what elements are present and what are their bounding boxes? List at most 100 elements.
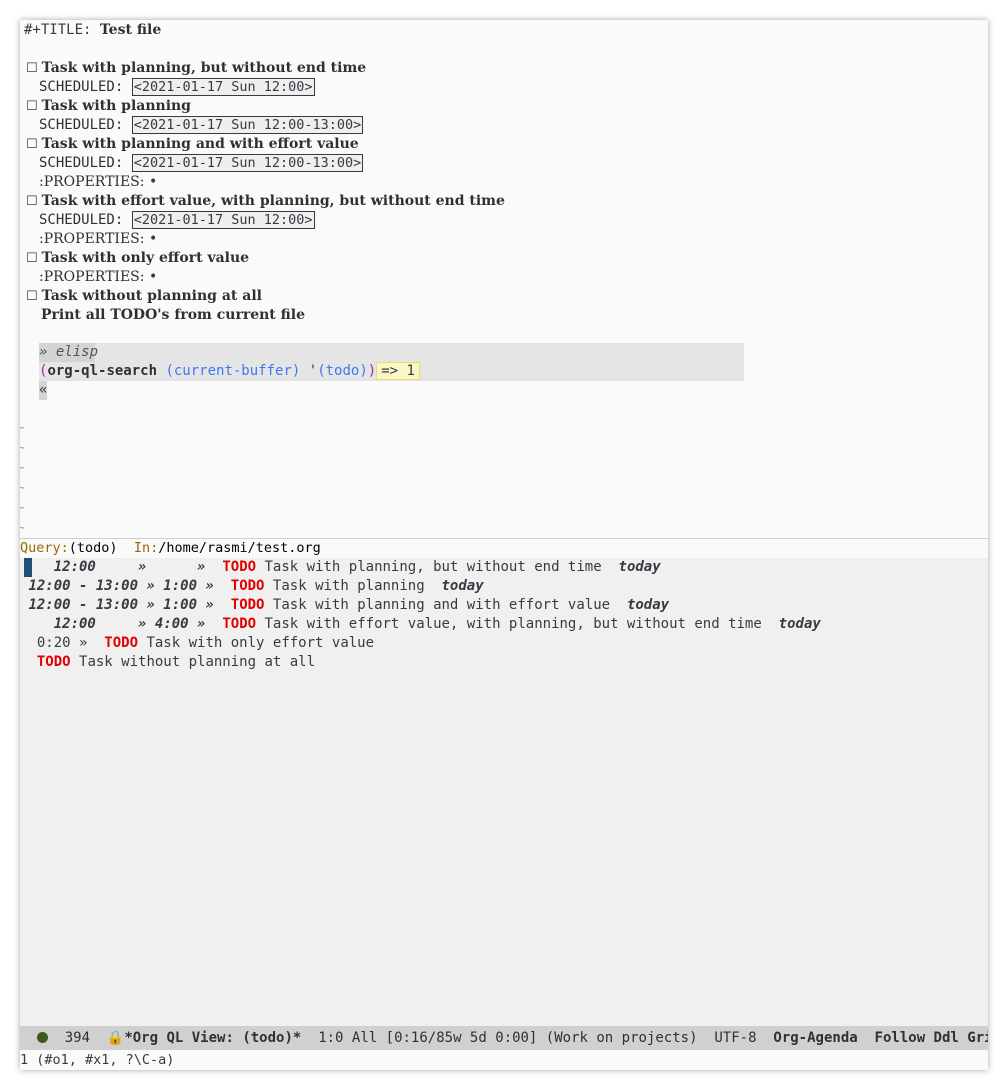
src-arg: (todo) — [317, 363, 368, 379]
agenda-item[interactable]: 12:00 » » TODO Task with planning, but w… — [20, 558, 661, 577]
today-label: today — [441, 578, 484, 594]
scheduled-label: SCHEDULED: — [39, 212, 124, 228]
checkbox-icon[interactable]: ☐ — [26, 99, 38, 114]
checkbox-icon[interactable]: ☐ — [26, 61, 38, 76]
empty-line-indicator: ~ — [20, 461, 25, 474]
agenda-item-text: Task with only effort value — [146, 635, 375, 651]
status-dot-icon — [36, 1032, 48, 1043]
heading-title: Task without planning at all — [41, 288, 262, 304]
agenda-item[interactable]: TODO Task without planning at all — [20, 653, 315, 672]
agenda-item-text: Task with planning, but without end time — [264, 559, 602, 575]
heading-line[interactable]: ☐ Task with planning, but without end tim… — [26, 59, 366, 78]
scheduled-line: SCHEDULED: <2021-01-17 Sun 12:00-13:00> — [39, 116, 364, 135]
agenda-effort: » 4:00 — [138, 616, 189, 632]
heading-line[interactable]: ☐ Task with only effort value — [26, 249, 249, 268]
empty-line-indicator: ~ — [20, 441, 25, 454]
checkbox-icon[interactable]: ☐ — [26, 194, 38, 209]
org-clock[interactable]: [0:16/85w 5d 0:00] (Work on projects) — [386, 1030, 698, 1046]
agenda-item[interactable]: 0:20 » TODO Task with only effort value — [20, 634, 374, 653]
agenda-time: 12:00 — [53, 616, 96, 632]
src-block-header: » elisp — [39, 344, 99, 360]
properties-ellipsis: • — [148, 174, 158, 190]
properties-drawer[interactable]: :PROPERTIES: • — [39, 268, 157, 287]
properties-label: :PROPERTIES: — [39, 269, 145, 285]
checkbox-icon[interactable]: ☐ — [26, 137, 38, 152]
query-label: Query: — [20, 540, 69, 556]
org-buffer-window[interactable]: #+TITLE: Test file ☐ Task with planning, … — [20, 20, 988, 538]
agenda-item-text: Task without planning at all — [79, 654, 316, 670]
src-code-line[interactable]: (org-ql-search (current-buffer) '(todo))… — [39, 362, 420, 381]
heading-line[interactable]: ☐ Task with planning — [26, 97, 191, 116]
in-label: In: — [133, 540, 159, 556]
scheduled-line: SCHEDULED: <2021-01-17 Sun 12:00> — [39, 78, 315, 97]
properties-label: :PROPERTIES: — [39, 174, 145, 190]
agenda-item-text: Task with effort value, with planning, b… — [264, 616, 762, 632]
properties-drawer[interactable]: :PROPERTIES: • — [39, 230, 157, 249]
timestamp[interactable]: <2021-01-17 Sun 12:00-13:00> — [131, 116, 364, 134]
major-mode[interactable]: Org-Agenda — [773, 1030, 857, 1046]
heading-title: Task with only effort value — [41, 250, 250, 266]
agenda-time: 12:00 - 13:00 — [28, 597, 139, 613]
mode-line[interactable]: 394 🔒*Org QL View: (todo)* 1:0 All [0:16… — [20, 1026, 988, 1050]
properties-label: :PROPERTIES: — [39, 231, 145, 247]
todo-keyword: TODO — [230, 578, 265, 594]
src-function: org-ql-search — [47, 363, 158, 379]
org-ql-view-window[interactable]: 12:00 » » TODO Task with planning, but w… — [20, 558, 988, 1026]
lock-icon: 🔒 — [106, 1030, 125, 1046]
in-value: /home/rasmi/test.org — [158, 540, 321, 556]
heading-title: Task with planning, but without end time — [41, 60, 367, 76]
agenda-item-text: Task with planning and with effort value — [272, 597, 611, 613]
agenda-item[interactable]: 12:00 » 4:00 » TODO Task with effort val… — [20, 615, 821, 634]
empty-line-indicator: ~ — [20, 421, 25, 434]
heading-title: Task with planning — [41, 98, 191, 114]
empty-line-indicator: ~ — [20, 521, 25, 534]
src-block-end: « — [39, 382, 48, 398]
properties-ellipsis: • — [148, 231, 158, 247]
todo-keyword: TODO — [222, 616, 257, 632]
agenda-separator: » — [197, 616, 206, 632]
src-quote: ' — [308, 363, 318, 379]
scheduled-label: SCHEDULED: — [39, 117, 124, 133]
encoding[interactable]: UTF-8 — [714, 1030, 756, 1046]
query-value: (todo) — [68, 540, 118, 556]
agenda-separator: » — [197, 559, 206, 575]
heading-title: Task with effort value, with planning, b… — [41, 193, 505, 209]
scheduled-label: SCHEDULED: — [39, 155, 124, 171]
scheduled-line: SCHEDULED: <2021-01-17 Sun 12:00> — [39, 211, 315, 230]
heading-line[interactable]: ☐ Task with effort value, with planning, … — [26, 192, 505, 211]
emacs-frame: #+TITLE: Test file ☐ Task with planning, … — [20, 20, 988, 1070]
scheduled-line: SCHEDULED: <2021-01-17 Sun 12:00-13:00> — [39, 154, 364, 173]
checkbox-icon[interactable]: ☐ — [26, 251, 38, 266]
title-keyword: #+TITLE: — [24, 22, 92, 38]
document-title: Test file — [99, 22, 162, 38]
timestamp[interactable]: <2021-01-17 Sun 12:00-13:00> — [131, 154, 364, 172]
heading-title: Task with planning and with effort value — [41, 136, 359, 152]
agenda-time: 12:00 — [53, 559, 96, 575]
minor-modes[interactable]: Follow Ddl Grid Hab — [875, 1030, 988, 1046]
today-label: today — [626, 597, 670, 613]
agenda-item[interactable]: 12:00 - 13:00 » 1:00 » TODO Task with pl… — [20, 596, 669, 615]
todo-keyword: TODO — [230, 597, 265, 613]
buffer-name[interactable]: *Org QL View: (todo)* — [124, 1030, 301, 1046]
agenda-header-line: Query:(todo) In:/home/rasmi/test.org — [20, 538, 988, 558]
src-arg: (current-buffer) — [165, 363, 301, 379]
echo-area: 1 (#o1, #x1, ?\C-a) — [20, 1051, 988, 1070]
checkbox-icon[interactable]: ☐ — [26, 289, 38, 304]
agenda-separator: » — [205, 578, 214, 594]
timestamp[interactable]: <2021-01-17 Sun 12:00> — [131, 211, 315, 229]
agenda-separator: » — [205, 597, 214, 613]
todo-keyword: TODO — [222, 559, 257, 575]
properties-drawer[interactable]: :PROPERTIES: • — [39, 173, 157, 192]
agenda-effort: » 1:00 — [146, 578, 198, 594]
agenda-effort-prefix: 0:20 » — [36, 635, 88, 651]
agenda-time: 12:00 - 13:00 — [28, 578, 139, 594]
today-label: today — [778, 616, 821, 632]
agenda-item[interactable]: 12:00 - 13:00 » 1:00 » TODO Task with pl… — [20, 577, 484, 596]
body-text: Print all TODO's from current file — [41, 307, 306, 323]
timestamp[interactable]: <2021-01-17 Sun 12:00> — [131, 78, 315, 96]
heading-line[interactable]: ☐ Task with planning and with effort valu… — [26, 135, 359, 154]
scheduled-label: SCHEDULED: — [39, 79, 124, 95]
today-label: today — [618, 559, 661, 575]
heading-line[interactable]: ☐ Task without planning at all — [26, 287, 262, 306]
todo-keyword: TODO — [36, 654, 71, 670]
